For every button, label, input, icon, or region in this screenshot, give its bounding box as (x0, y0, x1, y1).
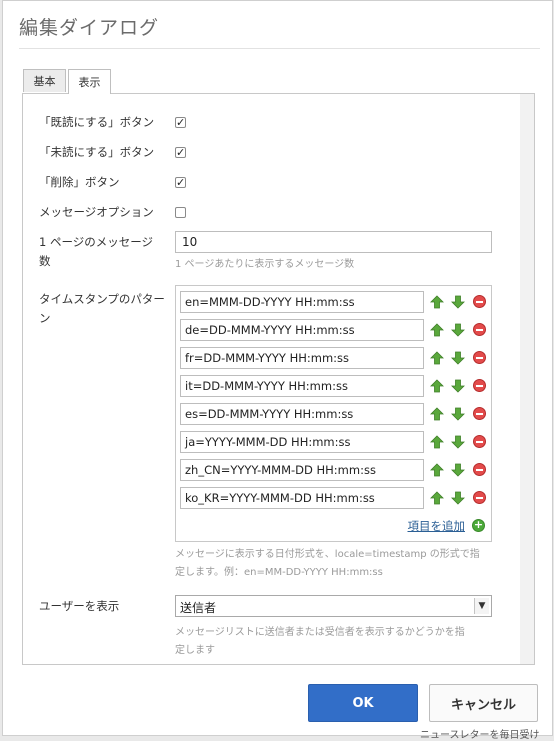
move-down-icon[interactable] (451, 463, 465, 477)
move-up-icon[interactable] (430, 435, 444, 449)
messages-per-page-label: 1 ページのメッセージ 数 (39, 233, 153, 271)
mark-read-label: 「既読にする」ボタン (39, 115, 155, 129)
timestamp-pattern-help-line1: メッセージに表示する日付形式を、locale=timestamp の形式で指 (175, 549, 480, 560)
move-down-icon[interactable] (451, 435, 465, 449)
timestamp-pattern-help: メッセージに表示する日付形式を、locale=timestamp の形式で指 定… (175, 546, 480, 582)
show-user-label: ユーザーを表示 (39, 599, 120, 613)
timestamp-pattern-item-input[interactable]: zh_CN=YYYY-MMM-DD HH:mm:ss (180, 459, 424, 481)
move-down-icon[interactable] (451, 295, 465, 309)
remove-icon[interactable] (473, 435, 486, 448)
move-up-icon[interactable] (430, 491, 444, 505)
move-up-icon[interactable] (430, 379, 444, 393)
timestamp-pattern-item-input[interactable]: en=MMM-DD-YYYY HH:mm:ss (180, 291, 424, 313)
remove-icon[interactable] (473, 407, 486, 420)
messages-per-page-label-line2: 数 (39, 254, 51, 268)
chevron-down-icon[interactable]: ▼ (474, 598, 489, 614)
add-item-link[interactable]: 項目を追加 (408, 518, 466, 534)
timestamp-pattern-item-input[interactable]: es=DD-MMM-YYYY HH:mm:ss (180, 403, 424, 425)
timestamp-pattern-multifield: 項目を追加 + en=MMM-DD-YYYY HH:mm:ss de=DD-MMM… (175, 285, 492, 542)
move-up-icon[interactable] (430, 351, 444, 365)
move-up-icon[interactable] (430, 295, 444, 309)
remove-icon[interactable] (473, 295, 486, 308)
show-user-help: メッセージリストに送信者または受信者を表示するかどうかを指 定します (175, 624, 465, 660)
panel-scrollbar[interactable] (520, 94, 534, 664)
timestamp-pattern-item-input[interactable]: de=DD-MMM-YYYY HH:mm:ss (180, 319, 424, 341)
remove-icon[interactable] (473, 463, 486, 476)
tab-basic[interactable]: 基本 (23, 69, 66, 92)
checkmark-icon: ✓ (176, 146, 186, 159)
checkmark-icon: ✓ (176, 176, 186, 189)
show-user-selected-value: 送信者 (180, 601, 217, 615)
show-user-help-line1: メッセージリストに送信者または受信者を表示するかどうかを指 (175, 627, 465, 638)
messages-per-page-input[interactable]: 10 (175, 231, 492, 253)
messages-per-page-help: 1 ページあたりに表示するメッセージ数 (175, 259, 355, 270)
messages-per-page-label-line1: 1 ページのメッセージ (39, 235, 154, 249)
timestamp-pattern-item-input[interactable]: ja=YYYY-MMM-DD HH:mm:ss (180, 431, 424, 453)
move-up-icon[interactable] (430, 407, 444, 421)
move-down-icon[interactable] (451, 491, 465, 505)
move-down-icon[interactable] (451, 351, 465, 365)
timestamp-pattern-label-line1: タイムスタンプのパター (39, 292, 165, 306)
move-down-icon[interactable] (451, 379, 465, 393)
mark-unread-label: 「未読にする」ボタン (39, 145, 155, 159)
delete-checkbox[interactable]: ✓ (175, 177, 186, 188)
timestamp-pattern-help-line2: 定します。例：en=MM-DD-YYYY HH:mm:ss (175, 567, 383, 578)
move-up-icon[interactable] (430, 323, 444, 337)
timestamp-pattern-label: タイムスタンプのパター ン (39, 290, 165, 328)
background-text: ニュースレターを毎日受け (420, 730, 540, 741)
mark-unread-checkbox[interactable]: ✓ (175, 147, 186, 158)
message-options-checkbox[interactable] (175, 207, 186, 218)
ok-button[interactable]: OK (308, 684, 418, 722)
move-down-icon[interactable] (451, 323, 465, 337)
remove-icon[interactable] (473, 379, 486, 392)
timestamp-pattern-label-line2: ン (39, 311, 51, 325)
dialog-title: 編集ダイアログ (19, 17, 160, 39)
timestamp-pattern-item-input[interactable]: ko_KR=YYYY-MMM-DD HH:mm:ss (180, 487, 424, 509)
mark-read-checkbox[interactable]: ✓ (175, 117, 186, 128)
add-icon[interactable]: + (472, 519, 485, 532)
checkmark-icon: ✓ (176, 116, 186, 129)
edit-dialog: 編集ダイアログ 基本 表示 「既読にする」ボタン ✓ 「未読にする」ボタン ✓ … (2, 0, 553, 736)
show-user-select[interactable]: 送信者 ▼ (175, 595, 492, 617)
cancel-button[interactable]: キャンセル (429, 684, 538, 722)
title-divider (19, 48, 540, 49)
remove-icon[interactable] (473, 351, 486, 364)
move-up-icon[interactable] (430, 463, 444, 477)
remove-icon[interactable] (473, 323, 486, 336)
remove-icon[interactable] (473, 491, 486, 504)
delete-label: 「削除」ボタン (39, 175, 120, 189)
tab-display[interactable]: 表示 (68, 69, 111, 94)
move-down-icon[interactable] (451, 407, 465, 421)
display-tab-panel: 「既読にする」ボタン ✓ 「未読にする」ボタン ✓ 「削除」ボタン ✓ メッセー… (22, 93, 535, 665)
timestamp-pattern-item-input[interactable]: fr=DD-MMM-YYYY HH:mm:ss (180, 347, 424, 369)
timestamp-pattern-item-input[interactable]: it=DD-MMM-YYYY HH:mm:ss (180, 375, 424, 397)
message-options-label: メッセージオプション (39, 205, 154, 219)
show-user-help-line2: 定します (175, 645, 215, 656)
